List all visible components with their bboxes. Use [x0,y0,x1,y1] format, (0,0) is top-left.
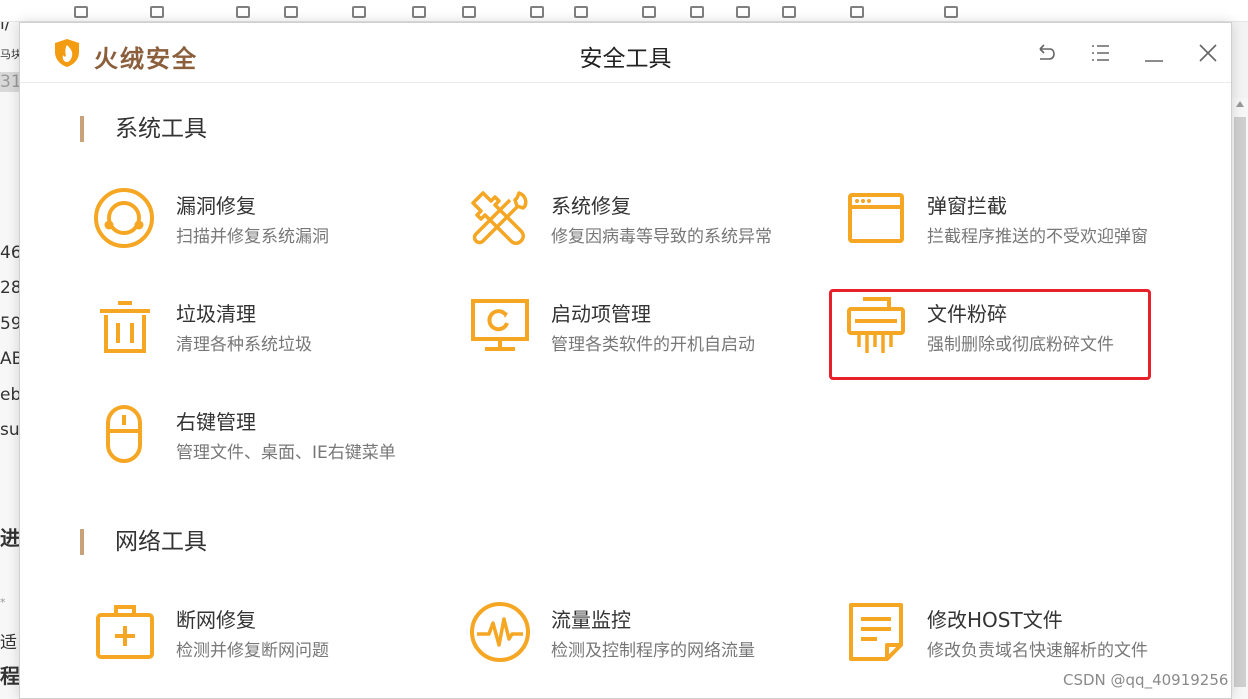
toolbar-icon [412,6,426,18]
tool-traffic-monitor[interactable]: 流量监控 检测及控制程序的网络流量 [469,601,799,681]
background-text: 31 [0,72,19,92]
background-text: 592 [0,314,19,334]
toolbar-icon [642,6,656,18]
background-left-panel: ı/ 马块 31 46 28 592 AB eb su 进 * 适 程管 [0,22,19,699]
section-title-system-tools: 系统工具 [80,116,207,142]
background-text: 46 [0,243,19,263]
toolbar-icon [782,6,796,18]
toolbar-icon [74,6,88,18]
tool-file-shredder[interactable]: 文件粉碎 强制删除或彻底粉碎文件 [845,295,1175,375]
section-title-network-tools: 网络工具 [80,529,207,555]
toolbar-icon [284,6,298,18]
tool-startup-management[interactable]: 启动项管理 管理各类软件的开机自启动 [469,295,799,375]
tool-name: 文件粉碎 [927,302,1007,326]
toolbar-icon [574,6,588,18]
tool-description: 检测及控制程序的网络流量 [551,641,755,661]
tool-vulnerability-repair[interactable]: 漏洞修复 扫描并修复系统漏洞 [94,187,424,267]
tool-name: 流量监控 [551,608,631,632]
toolbar-icon [850,6,864,18]
tool-description: 检测并修复断网问题 [176,641,329,661]
background-text: 进 [0,526,19,550]
first-aid-kit-icon [96,605,154,659]
tool-description: 拦截程序推送的不受欢迎弹窗 [927,227,1148,247]
csdn-watermark: CSDN @qq_40919256 [1063,671,1229,689]
background-text: eb [0,385,19,405]
tool-right-click-management[interactable]: 右键管理 管理文件、桌面、IE右键菜单 [94,403,424,483]
traffic-monitor-icon [470,602,530,662]
title-bar[interactable]: 火绒安全 安全工具 [20,23,1231,83]
tool-description: 扫描并修复系统漏洞 [176,227,329,247]
tool-name: 右键管理 [176,410,256,434]
tool-name: 修改HOST文件 [927,608,1063,632]
tool-network-repair[interactable]: 断网修复 检测并修复断网问题 [94,601,424,681]
toolbar-icon [736,6,750,18]
tool-edit-host-file[interactable]: 修改HOST文件 修改负责域名快速解析的文件 [845,601,1175,681]
background-text: 28 [0,278,19,298]
close-icon[interactable] [1196,41,1220,65]
tool-system-repair[interactable]: 系统修复 修复因病毒等导致的系统异常 [469,187,799,267]
system-repair-icon [471,191,528,245]
huorong-logo-icon [55,39,79,67]
menu-icon[interactable] [1088,41,1112,65]
tool-name: 垃圾清理 [176,302,256,326]
toolbar-icon [944,6,958,18]
tool-description: 修改负责域名快速解析的文件 [927,641,1148,661]
toolbar-icon [690,6,704,18]
trash-icon [100,301,150,353]
toolbar-icon [530,6,544,18]
scroll-up-icon[interactable] [1236,101,1244,107]
background-text: ı/ [0,22,11,34]
toolbar-icon [150,6,164,18]
tool-description: 修复因病毒等导致的系统异常 [551,227,772,247]
tool-name: 系统修复 [551,194,631,218]
background-text: 适 [0,633,17,653]
tool-description: 管理文件、桌面、IE右键菜单 [176,443,396,463]
tool-name: 启动项管理 [551,302,651,326]
tool-description: 管理各类软件的开机自启动 [551,335,755,355]
brand-name: 火绒安全 [94,45,198,73]
tool-description: 清理各种系统垃圾 [176,335,312,355]
tool-popup-block[interactable]: 弹窗拦截 拦截程序推送的不受欢迎弹窗 [845,187,1175,267]
mouse-icon [106,405,142,463]
vulnerability-repair-icon [94,188,154,248]
background-toolbar [0,0,1248,22]
background-text: 程管 [0,664,19,688]
tool-name: 漏洞修复 [176,194,256,218]
background-text: 马块 [0,48,19,61]
minimize-icon[interactable] [1142,41,1166,65]
tool-description: 强制删除或彻底粉碎文件 [927,335,1114,355]
shredder-icon [847,297,905,353]
tool-trash-cleanup[interactable]: 垃圾清理 清理各种系统垃圾 [94,295,424,375]
background-text: AB [0,349,19,369]
toolbar-icon [352,6,366,18]
background-text: * [0,596,6,609]
tool-name: 弹窗拦截 [927,194,1007,218]
toolbar-icon [236,6,250,18]
back-icon[interactable] [1034,41,1058,65]
tool-name: 断网修复 [176,608,256,632]
host-file-icon [849,603,903,661]
security-tools-window: 火绒安全 安全工具 系统工具 漏洞修复 扫描并修复系统漏洞 系统修复 修复因病毒… [19,22,1232,699]
popup-block-icon [848,193,904,243]
toolbar-icon [462,6,476,18]
monitor-startup-icon [471,299,529,351]
scrollbar-thumb[interactable] [1234,117,1246,687]
background-text: su [0,420,19,440]
